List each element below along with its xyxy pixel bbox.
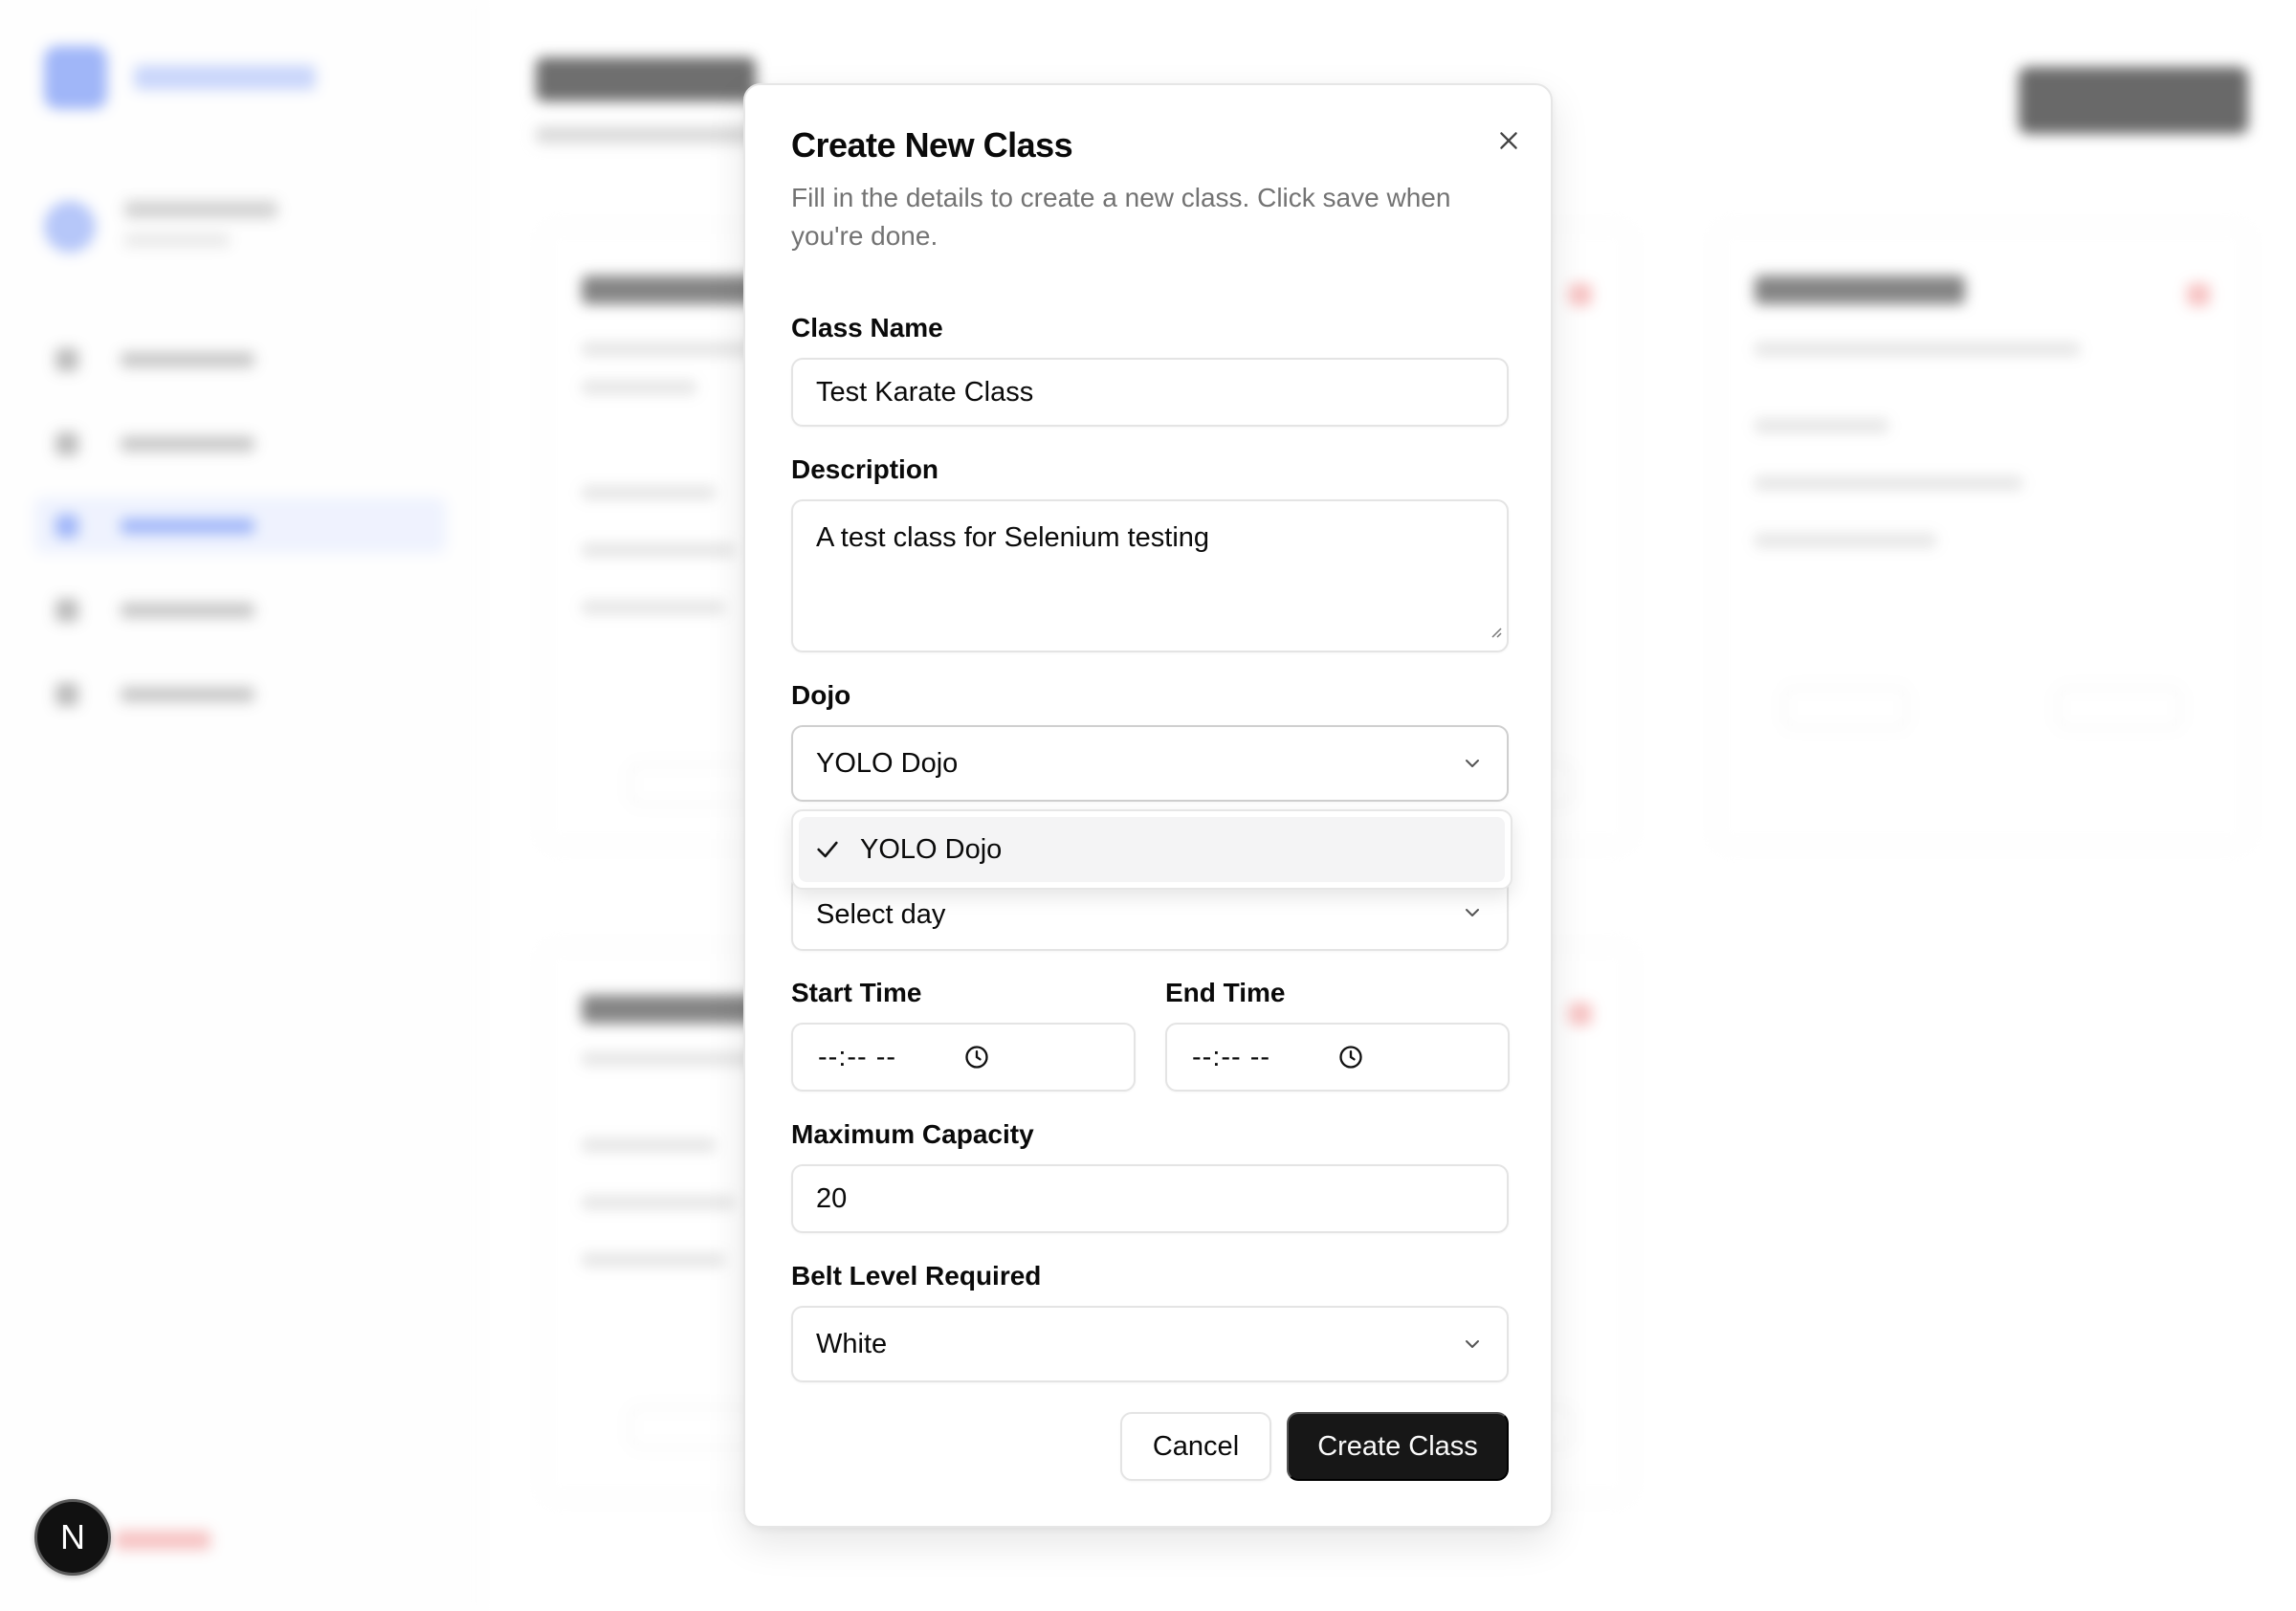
belt-level-select[interactable]: White [791, 1306, 1509, 1382]
description-label: Description [791, 454, 939, 484]
dialog-title: Create New Class [791, 125, 1073, 165]
dojo-select[interactable]: YOLO Dojo [791, 725, 1509, 802]
dialog-description: Fill in the details to create a new clas… [791, 183, 1451, 251]
dojo-option-label: YOLO Dojo [860, 833, 1003, 865]
dojo-label: Dojo [791, 680, 851, 710]
class-name-label: Class Name [791, 313, 943, 342]
resize-handle-icon[interactable] [1488, 615, 1503, 647]
dojo-dropdown-list: YOLO Dojo [791, 809, 1512, 890]
class-name-input[interactable]: Test Karate Class [791, 358, 1509, 427]
start-time-placeholder: --:-- -- [818, 1041, 897, 1072]
nextjs-badge-label: N [60, 1517, 85, 1556]
start-time-label: Start Time [791, 978, 922, 1007]
max-capacity-label: Maximum Capacity [791, 1119, 1034, 1149]
chevron-down-icon [1461, 901, 1484, 924]
dojo-option-yolo-dojo[interactable]: YOLO Dojo [799, 817, 1505, 882]
close-button[interactable] [1486, 118, 1532, 164]
dojo-select-value: YOLO Dojo [816, 747, 959, 779]
class-name-value: Test Karate Class [816, 376, 1034, 408]
end-time-label: End Time [1165, 978, 1286, 1007]
create-class-button[interactable]: Create Class [1287, 1412, 1509, 1481]
day-select-value: Select day [816, 898, 946, 930]
end-time-placeholder: --:-- -- [1192, 1041, 1271, 1072]
max-capacity-input[interactable]: 20 [791, 1164, 1509, 1233]
close-icon [1496, 128, 1521, 153]
cancel-button[interactable]: Cancel [1120, 1412, 1271, 1481]
nextjs-dev-badge[interactable]: N [34, 1499, 111, 1576]
description-textarea[interactable]: A test class for Selenium testing [791, 499, 1509, 652]
check-icon [814, 836, 847, 863]
chevron-down-icon [1461, 1333, 1484, 1356]
belt-level-label: Belt Level Required [791, 1261, 1042, 1291]
start-time-input[interactable]: --:-- -- [791, 1023, 1136, 1092]
chevron-down-icon [1461, 752, 1484, 775]
create-class-dialog: Create New Class Fill in the details to … [743, 83, 1553, 1528]
max-capacity-value: 20 [816, 1182, 848, 1214]
belt-level-value: White [816, 1328, 888, 1359]
clock-icon[interactable] [1337, 1044, 1364, 1070]
description-value: A test class for Selenium testing [816, 522, 1210, 553]
clock-icon[interactable] [963, 1044, 990, 1070]
end-time-input[interactable]: --:-- -- [1165, 1023, 1510, 1092]
